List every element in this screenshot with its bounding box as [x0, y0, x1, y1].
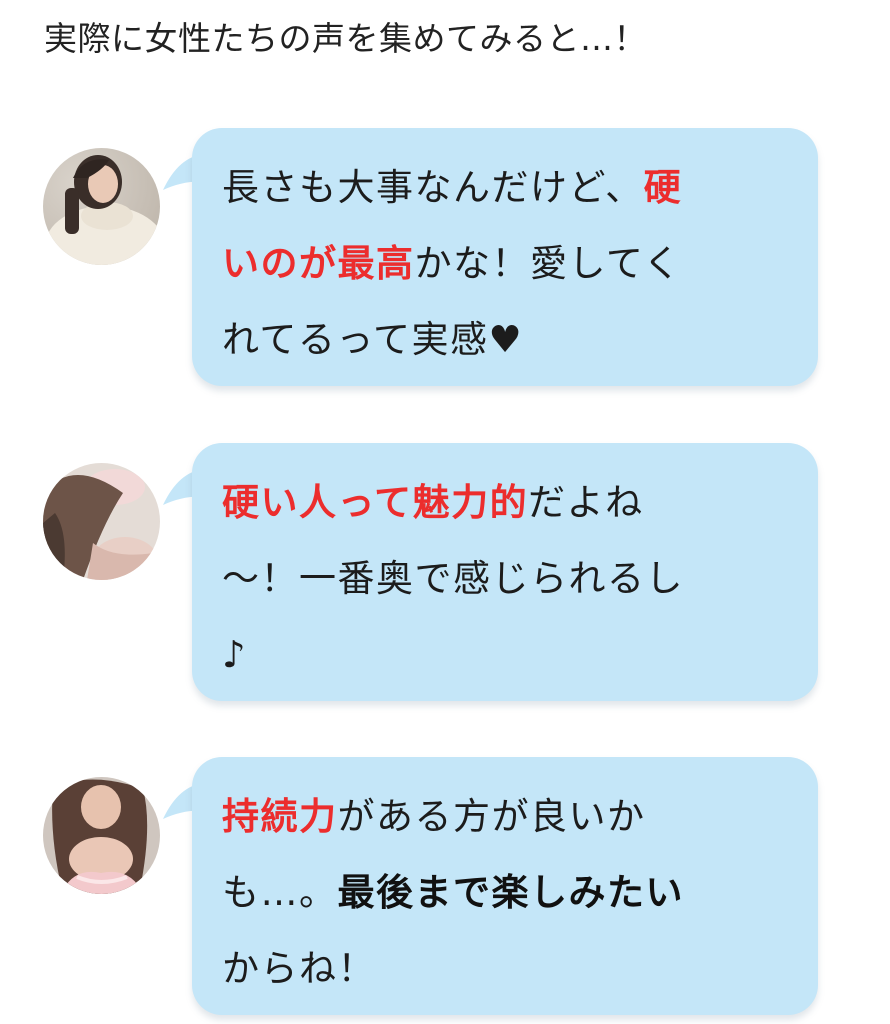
- highlighted-phrase: 硬: [643, 166, 683, 209]
- testimonial-section: 実際に女性たちの声を集めてみると…！ 長さも大事なんだけど、硬 いのが最高かな！…: [0, 0, 890, 1024]
- highlighted-phrase: いのが最高: [222, 242, 415, 285]
- comment-segment: ♪: [222, 633, 248, 676]
- comment-segment: かな！愛してく: [414, 242, 682, 285]
- comment-line: れてるって実感♥: [222, 302, 792, 378]
- comment-line: からね！: [222, 931, 792, 1007]
- comment-text: 持続力がある方が良いか も…。最後まで楽しみたい からね！: [222, 779, 792, 1007]
- comment-segment: れてるって実感♥: [222, 318, 524, 361]
- comment-segment: からね！: [222, 947, 376, 990]
- highlighted-phrase: 硬い人って魅力的: [222, 481, 529, 524]
- intro-heading: 実際に女性たちの声を集めてみると…！: [44, 19, 647, 58]
- comment-segment: がある方が良いか: [337, 795, 646, 838]
- woman-with-wavy-hair-photo-icon: [43, 463, 160, 580]
- comment-segment: 長さも大事なんだけど、: [222, 166, 644, 209]
- avatar: [43, 463, 160, 580]
- speech-bubble: 硬い人って魅力的だよね〜！一番奥で感じられるし ♪: [192, 443, 818, 701]
- comment-line: ♪: [222, 617, 792, 693]
- highlighted-phrase: 最後まで楽しみたい: [337, 871, 684, 914]
- woman-in-white-sweater-photo-icon: [43, 148, 160, 265]
- comment-line: 〜！一番奥で感じられるし: [222, 541, 792, 617]
- speech-bubble: 持続力がある方が良いか も…。最後まで楽しみたい からね！: [192, 757, 818, 1015]
- comment-line: 長さも大事なんだけど、硬: [222, 150, 792, 226]
- comment-line: 持続力がある方が良いか: [222, 779, 792, 855]
- comment-segment: も…。: [222, 871, 338, 914]
- comment-segment: だよね: [528, 481, 644, 524]
- comment-line: も…。最後まで楽しみたい: [222, 855, 792, 931]
- comment-text: 硬い人って魅力的だよね〜！一番奥で感じられるし ♪: [222, 465, 792, 693]
- avatar: [43, 148, 160, 265]
- woman-in-pink-top-photo-icon: [43, 777, 160, 894]
- highlighted-phrase: 持続力: [222, 795, 338, 838]
- comment-line: いのが最高かな！愛してく: [222, 226, 792, 302]
- avatar: [43, 777, 160, 894]
- comment-segment: 〜！一番奥で感じられるし: [222, 557, 684, 600]
- speech-bubble: 長さも大事なんだけど、硬 いのが最高かな！愛してく れてるって実感♥: [192, 128, 818, 386]
- comment-text: 長さも大事なんだけど、硬 いのが最高かな！愛してく れてるって実感♥: [222, 150, 792, 378]
- comment-line: 硬い人って魅力的だよね: [222, 465, 792, 541]
